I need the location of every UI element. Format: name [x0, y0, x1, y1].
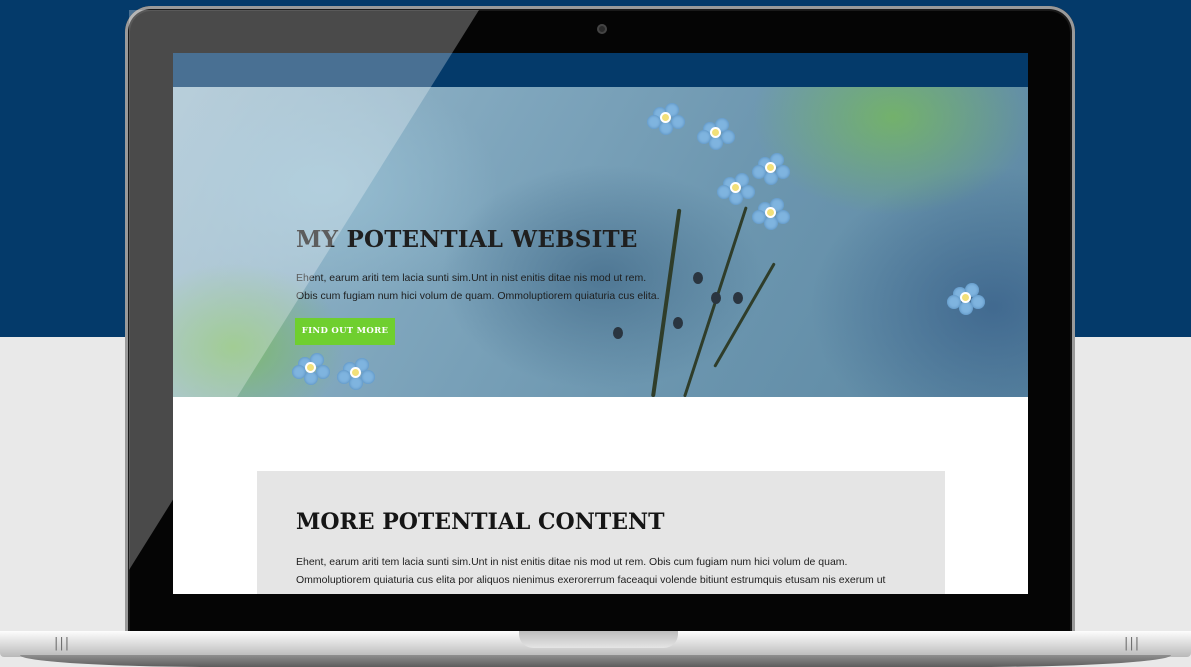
content-section: MORE POTENTIAL CONTENT Ehent, earum arit… — [257, 471, 945, 594]
navbar — [173, 53, 1028, 87]
content-description: Ehent, earum ariti tem lacia sunti sim.U… — [296, 553, 906, 589]
hero-title: MY POTENTIAL WEBSITE — [296, 226, 638, 253]
bud-icon — [673, 317, 683, 329]
laptop-base-foot — [20, 655, 1171, 667]
content-description-line: Ommoluptiorem quiaturia cus elita por al… — [296, 574, 886, 586]
vent-icon: ||| — [1124, 636, 1141, 651]
hero-description-line: Obis cum fugiam num hici volum de quam. … — [296, 290, 660, 302]
camera-icon — [597, 24, 607, 34]
content-title: MORE POTENTIAL CONTENT — [296, 509, 665, 535]
bud-icon — [733, 292, 743, 304]
hero-description: Ehent, earum ariti tem lacia sunti sim.U… — [296, 269, 726, 305]
hero-description-line: Ehent, earum ariti tem lacia sunti sim.U… — [296, 272, 647, 284]
hero-banner: MY POTENTIAL WEBSITE Ehent, earum ariti … — [173, 87, 1028, 397]
bud-icon — [613, 327, 623, 339]
vent-icon: ||| — [54, 636, 71, 651]
laptop-screen: MY POTENTIAL WEBSITE Ehent, earum ariti … — [173, 53, 1028, 594]
find-out-more-button[interactable]: FIND OUT MORE — [295, 318, 395, 345]
content-description-line: Ehent, earum ariti tem lacia sunti sim.U… — [296, 556, 848, 568]
laptop-open-notch — [519, 631, 678, 648]
